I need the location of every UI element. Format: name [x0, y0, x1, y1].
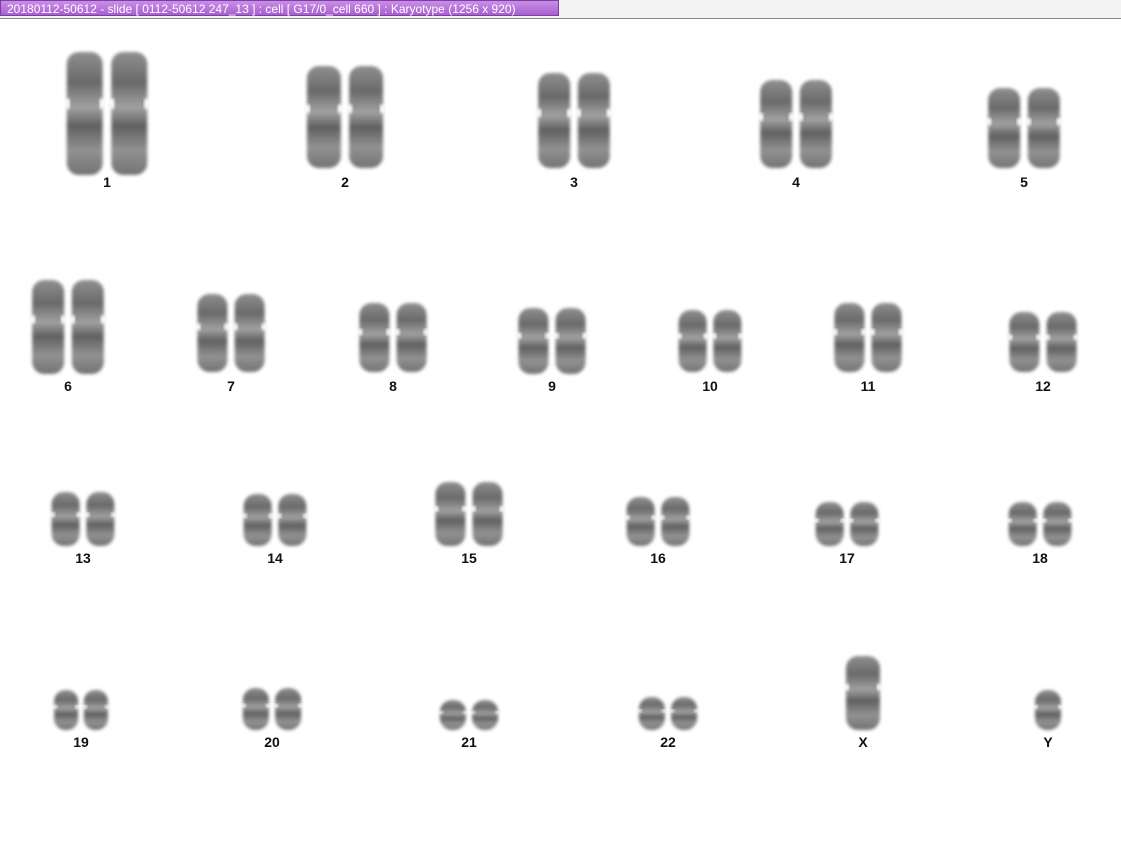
chromosome-8-a	[357, 303, 392, 372]
chromosome-3-a	[536, 73, 573, 168]
chromosome-4-b	[797, 80, 834, 168]
chromosome-label-14: 14	[267, 550, 283, 566]
chromosome-label-5: 5	[1020, 174, 1028, 190]
chromosome-9-b	[553, 308, 588, 374]
chromosome-17-a	[813, 502, 846, 546]
chromosome-2-a	[304, 66, 343, 168]
chromosome-label-20: 20	[264, 734, 280, 750]
chromosome-19-b	[81, 690, 110, 730]
chromosome-18-a	[1006, 502, 1039, 546]
chromosome-10-a	[676, 310, 709, 372]
karyotype-canvas: 1 2 3 4 5 6 7 8 9 10 11 12 13 14 15 16 1…	[0, 19, 1121, 849]
chromosome-images	[30, 52, 1079, 730]
chromosome-5-b	[1025, 88, 1062, 168]
chromosome-label-16: 16	[650, 550, 666, 566]
chromosome-12-b	[1044, 312, 1079, 372]
chromosome-label-17: 17	[839, 550, 855, 566]
chromosome-Y	[1033, 690, 1063, 730]
chromosome-1-b	[109, 52, 150, 175]
chromosome-label-1: 1	[103, 174, 111, 190]
chromosome-7-a	[195, 294, 230, 372]
chromosome-label-2: 2	[341, 174, 349, 190]
chromosome-9-a	[516, 308, 551, 374]
chromosome-2-b	[347, 66, 386, 168]
chromosome-14-b	[276, 494, 309, 546]
chromosome-label-6: 6	[64, 378, 72, 394]
chromosome-label-21: 21	[461, 734, 477, 750]
chromosome-20-b	[273, 688, 304, 730]
chromosome-label-22: 22	[660, 734, 676, 750]
chromosome-X	[844, 656, 882, 730]
chromosome-label-9: 9	[548, 378, 556, 394]
chromosome-21-a	[437, 700, 468, 730]
chromosome-label-10: 10	[702, 378, 718, 394]
chromosome-3-b	[575, 73, 612, 168]
chromosome-19-a	[52, 690, 81, 730]
chromosome-11-b	[869, 303, 904, 372]
chromosome-label-12: 12	[1035, 378, 1051, 394]
chromosome-12-a	[1007, 312, 1042, 372]
chromosome-label-19: 19	[73, 734, 89, 750]
chromosome-15-a	[433, 482, 468, 546]
chromosome-16-a	[624, 497, 657, 546]
chromosome-18-b	[1041, 502, 1074, 546]
chromosome-label-X: X	[858, 734, 868, 750]
chromosome-label-3: 3	[570, 174, 578, 190]
chromosome-14-a	[241, 494, 274, 546]
chromosome-4-a	[758, 80, 795, 168]
chromosome-16-b	[659, 497, 692, 546]
chromosome-label-Y: Y	[1043, 734, 1053, 750]
chromosome-22-b	[669, 697, 700, 730]
window-titlebar: 20180112-50612 - slide [ 0112-50612 247_…	[0, 0, 1121, 19]
chromosome-22-a	[636, 697, 667, 730]
chromosome-1-a	[64, 52, 105, 175]
chromosome-label-15: 15	[461, 550, 477, 566]
chromosome-label-11: 11	[860, 378, 876, 394]
chromosome-17-b	[848, 502, 881, 546]
chromosome-label-7: 7	[227, 378, 235, 394]
chromosome-label-13: 13	[75, 550, 91, 566]
chromosome-label-18: 18	[1032, 550, 1048, 566]
window-title-tab[interactable]: 20180112-50612 - slide [ 0112-50612 247_…	[0, 0, 559, 16]
chromosome-7-b	[232, 294, 267, 372]
chromosome-5-a	[986, 88, 1023, 168]
chromosome-label-4: 4	[792, 174, 800, 190]
chromosome-13-a	[49, 492, 82, 546]
chromosome-21-b	[470, 700, 501, 730]
chromosome-15-b	[470, 482, 505, 546]
chromosome-label-8: 8	[389, 378, 397, 394]
chromosome-8-b	[394, 303, 429, 372]
chromosome-10-b	[711, 310, 744, 372]
chromosome-20-a	[240, 688, 271, 730]
chromosome-6-b	[69, 280, 106, 374]
chromosome-6-a	[30, 280, 67, 374]
chromosome-13-b	[84, 492, 117, 546]
chromosome-11-a	[832, 303, 867, 372]
